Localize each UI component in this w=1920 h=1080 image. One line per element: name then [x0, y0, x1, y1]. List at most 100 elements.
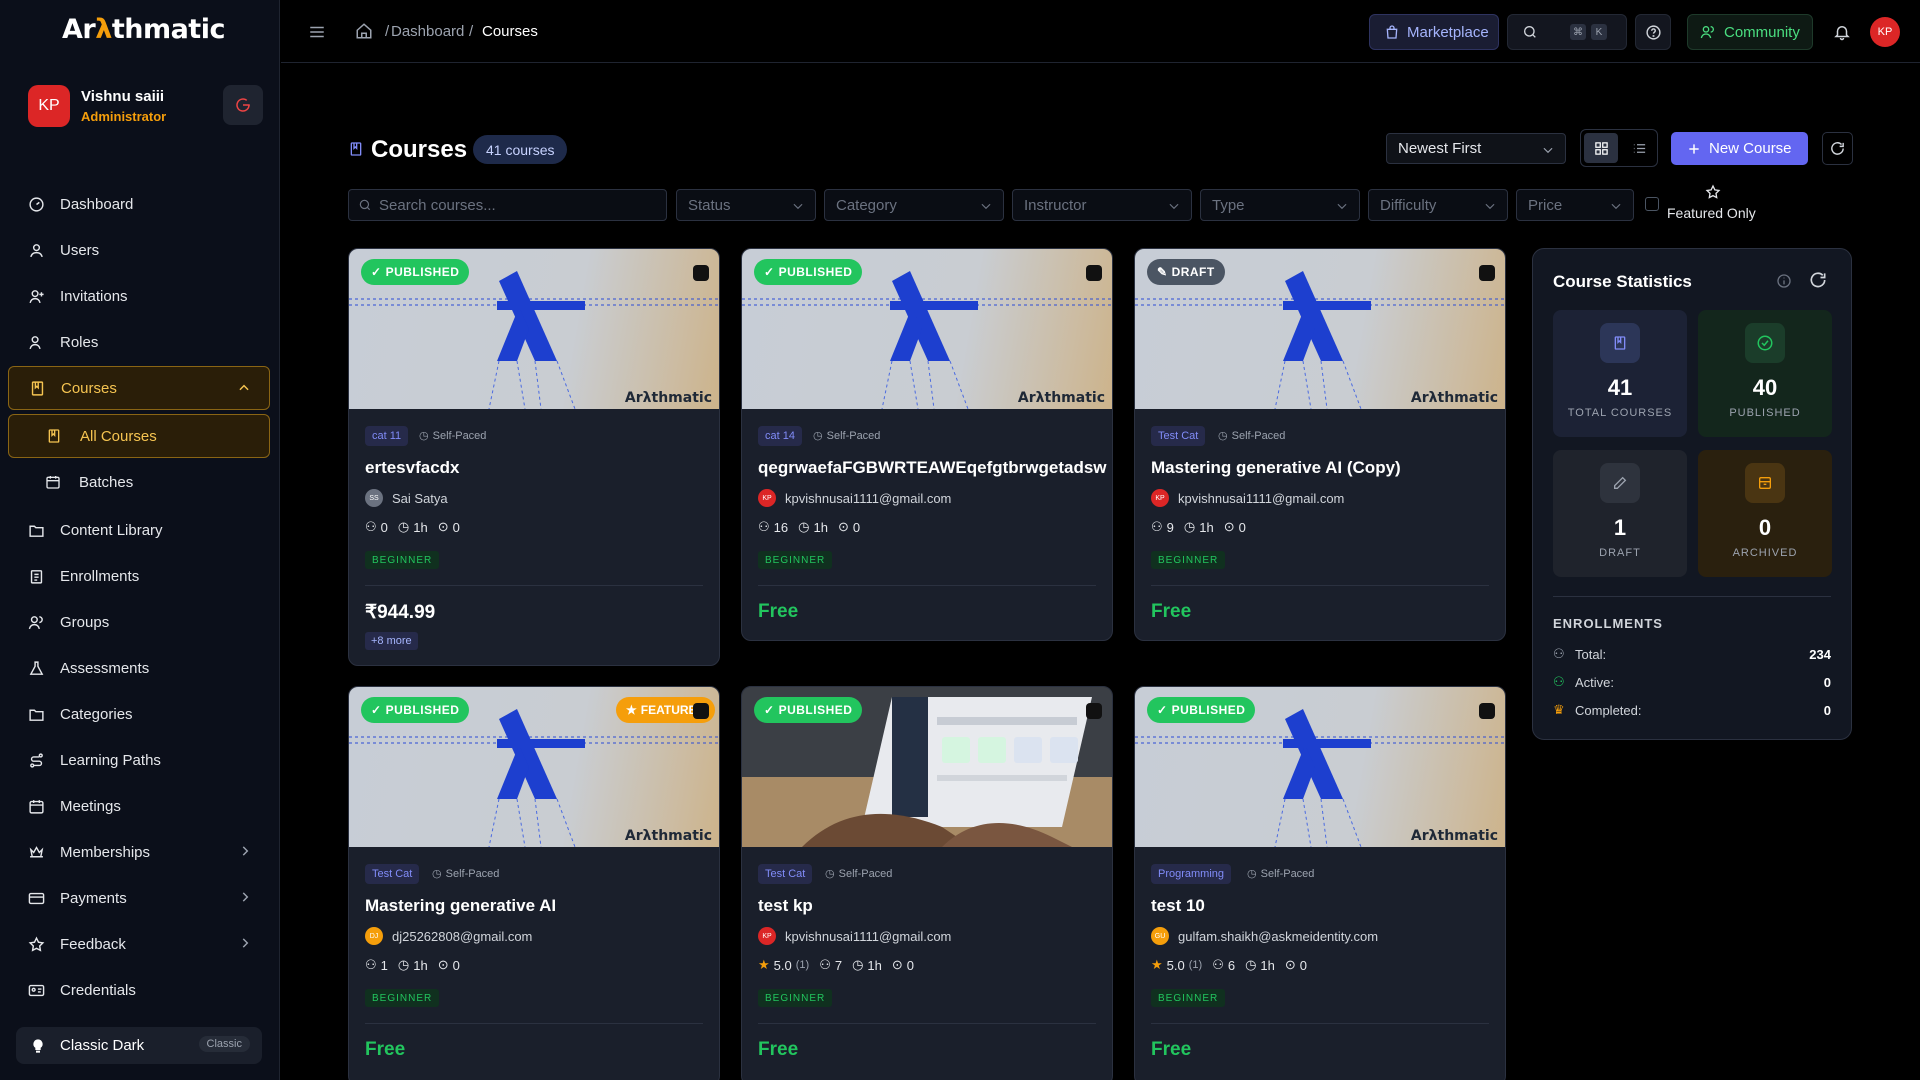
help-circle-icon	[1645, 24, 1661, 40]
archived-stat: 0 ARCHIVED	[1698, 450, 1832, 577]
sidebar-item-enrollments[interactable]: Enrollments	[8, 554, 270, 598]
sidebar-item-learning-paths[interactable]: Learning Paths	[8, 738, 270, 782]
select-checkbox[interactable]	[693, 703, 709, 719]
clock-icon: ◷	[1245, 957, 1257, 972]
level-badge: BEGINNER	[758, 551, 833, 569]
app-logo[interactable]: Arλthmatic	[62, 14, 225, 45]
status-filter[interactable]: Status	[676, 189, 816, 221]
sidebar-item-users[interactable]: Users	[8, 228, 270, 272]
type-filter[interactable]: Type	[1200, 189, 1360, 221]
marketplace-button[interactable]: Marketplace	[1369, 14, 1499, 50]
course-title[interactable]: Mastering generative AI (Copy)	[1151, 458, 1401, 478]
search-input[interactable]: Search courses...	[348, 189, 667, 221]
sidebar-item-content-library[interactable]: Content Library	[8, 508, 270, 552]
breadcrumb-separator: /	[469, 23, 474, 40]
search-icon	[1524, 26, 1536, 38]
sidebar-item-memberships[interactable]: Memberships	[8, 830, 270, 874]
sidebar-item-meetings[interactable]: Meetings	[8, 784, 270, 828]
home-link[interactable]	[355, 22, 373, 40]
breadcrumb-dashboard[interactable]: Dashboard	[391, 23, 464, 40]
course-title[interactable]: Mastering generative AI	[365, 896, 556, 916]
sidebar-item-label: Learning Paths	[60, 751, 161, 769]
course-title[interactable]: qegrwaefaFGBWRTEAWEqefgtbrwgetadsw	[758, 458, 1107, 478]
sidebar-item-courses[interactable]: Courses	[8, 366, 270, 410]
view-toggle	[1580, 129, 1658, 167]
sidebar-item-groups[interactable]: Groups	[8, 600, 270, 644]
dashboard-icon	[27, 195, 45, 213]
course-card[interactable]: Arλthmatic ✓ PUBLISHED cat 11 ◷ Self-Paced…	[348, 248, 720, 666]
course-title[interactable]: test kp	[758, 896, 813, 916]
level-badge: BEGINNER	[758, 989, 833, 1007]
category-filter[interactable]: Category	[824, 189, 1004, 221]
course-card[interactable]: Arλthmatic ✓ PUBLISHED ★ FEATURED Test Cat…	[348, 686, 720, 1080]
more-prices-badge[interactable]: +8 more	[365, 632, 418, 650]
sidebar-subitem-all-courses[interactable]: All Courses	[8, 414, 270, 458]
sidebar-item-roles[interactable]: Roles	[8, 320, 270, 364]
grid-view-button[interactable]	[1584, 133, 1618, 163]
play-circle-icon: ⊙	[837, 519, 849, 534]
switch-account-button[interactable]	[223, 85, 263, 125]
select-checkbox[interactable]	[1479, 265, 1495, 281]
sidebar-item-label: Categories	[60, 705, 133, 723]
refresh-button[interactable]	[1822, 132, 1853, 165]
instructor-filter[interactable]: Instructor	[1012, 189, 1192, 221]
menu-toggle-button[interactable]	[308, 23, 326, 41]
select-checkbox[interactable]	[1086, 265, 1102, 281]
search-button[interactable]: ⌘ K	[1507, 14, 1627, 50]
sidebar-subitem-batches[interactable]: Batches	[8, 460, 270, 504]
category-tag: cat 11	[365, 426, 409, 446]
price-filter[interactable]: Price	[1516, 189, 1634, 221]
sidebar-item-label: Credentials	[60, 981, 136, 999]
kbd-k: K	[1591, 24, 1607, 40]
play-circle-icon: ⊙	[1223, 519, 1235, 534]
thumbnail-brand: Arλthmatic	[624, 828, 712, 844]
clipboard-icon	[27, 567, 45, 585]
sidebar-item-label: Dashboard	[60, 195, 134, 213]
course-card[interactable]: ✓ PUBLISHED Test Cat ◷ Self-Paced test kp …	[741, 686, 1113, 1080]
shopping-bag-icon	[1386, 25, 1398, 39]
sidebar-item-categories[interactable]: Categories	[8, 692, 270, 736]
select-checkbox[interactable]	[1086, 703, 1102, 719]
difficulty-filter[interactable]: Difficulty	[1368, 189, 1508, 221]
info-icon[interactable]	[1776, 273, 1792, 289]
course-card[interactable]: Arλthmatic ✎ DRAFT Test Cat ◷ Self-Paced M…	[1134, 248, 1506, 641]
sidebar-item-assessments[interactable]: Assessments	[8, 646, 270, 690]
sidebar-item-feedback[interactable]: Feedback	[8, 922, 270, 966]
chevron-down-icon	[1541, 143, 1555, 157]
status-badge: ✎ DRAFT	[1147, 259, 1225, 285]
course-title[interactable]: test 10	[1151, 896, 1205, 916]
sidebar-item-label: Courses	[61, 379, 117, 397]
list-view-button[interactable]	[1622, 133, 1656, 163]
help-button[interactable]	[1635, 14, 1671, 50]
select-checkbox[interactable]	[1479, 703, 1495, 719]
theme-switcher[interactable]: Classic Dark Classic	[16, 1027, 262, 1064]
course-title[interactable]: ertesvfacdx	[365, 458, 460, 478]
course-thumbnail: Arλthmatic ✓ PUBLISHED ★ FEATURED	[349, 687, 719, 847]
sidebar-item-dashboard[interactable]: Dashboard	[8, 182, 270, 226]
course-thumbnail: Arλthmatic ✓ PUBLISHED	[742, 249, 1112, 409]
course-card[interactable]: Arλthmatic ✓ PUBLISHED Programming ◷ Self-…	[1134, 686, 1506, 1080]
refresh-icon	[1810, 272, 1826, 288]
avatar[interactable]: KP	[28, 85, 70, 127]
sidebar-item-payments[interactable]: Payments	[8, 876, 270, 920]
new-course-button[interactable]: New Course	[1671, 132, 1808, 165]
users-icon: ⚇	[1212, 957, 1224, 972]
avatar[interactable]: KP	[1870, 17, 1900, 47]
notifications-button[interactable]	[1827, 14, 1857, 50]
sidebar-item-credentials[interactable]: Credentials	[8, 968, 270, 1012]
status-badge: ✓ PUBLISHED	[361, 697, 470, 723]
avatar: KP	[758, 927, 776, 945]
select-checkbox[interactable]	[693, 265, 709, 281]
sort-select[interactable]: Newest First	[1386, 133, 1566, 164]
clock-icon: ◷	[419, 430, 429, 442]
enrollments-active-row: ⚇ Active: 0	[1553, 674, 1831, 690]
community-button[interactable]: Community	[1687, 14, 1813, 50]
featured-only-checkbox[interactable]	[1645, 197, 1659, 211]
sidebar-item-invitations[interactable]: Invitations	[8, 274, 270, 318]
users-icon: ⚇	[819, 957, 831, 972]
sidebar-item-label: Users	[60, 241, 100, 259]
course-card[interactable]: Arλthmatic ✓ PUBLISHED cat 14 ◷ Self-Paced…	[741, 248, 1113, 641]
course-statistics-panel: Course Statistics 41 TOTAL COURSES 40 PU…	[1532, 248, 1852, 740]
refresh-stats-button[interactable]	[1808, 270, 1828, 290]
course-stats: ⚇ 0 ◷ 1h ⊙ 0	[365, 519, 460, 535]
